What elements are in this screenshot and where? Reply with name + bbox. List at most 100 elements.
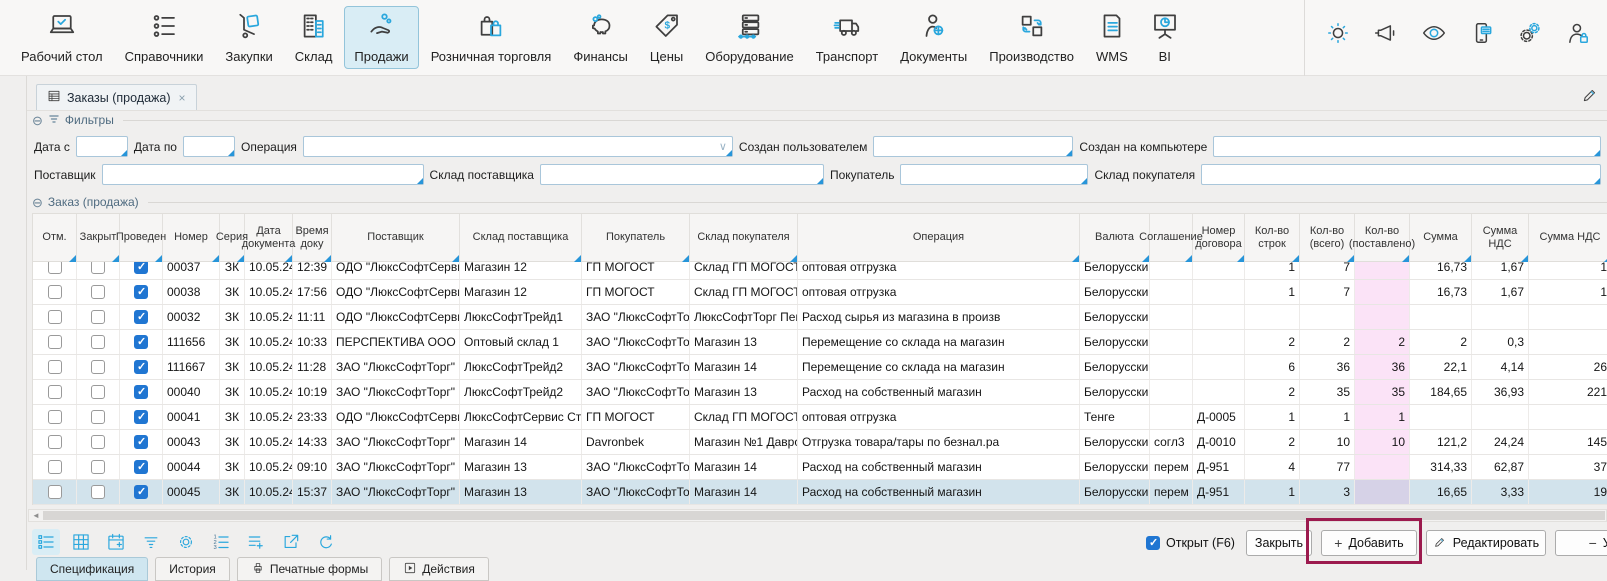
edit-button[interactable]: Редактировать (1426, 530, 1546, 556)
posted-checkbox[interactable] (134, 262, 148, 274)
ribbon-item-14[interactable]: BI (1140, 6, 1190, 69)
ribbon-item-1[interactable]: Рабочий стол (11, 6, 113, 69)
calendar-icon[interactable] (102, 529, 130, 555)
closed-checkbox[interactable] (91, 385, 105, 399)
table-row-00040[interactable]: 00040ЗК10.05.2410:19ЗАО "ЛюксСофтТорг"Лю… (33, 380, 1607, 405)
ribbon-item-13[interactable]: WMS (1086, 6, 1138, 69)
posted-checkbox[interactable] (134, 435, 148, 449)
scroll-left-icon[interactable]: ◄ (32, 511, 40, 520)
ribbon-item-9[interactable]: Оборудование (695, 6, 803, 69)
date-to-input[interactable] (183, 136, 235, 157)
refresh-icon[interactable] (312, 529, 340, 555)
posted-checkbox[interactable] (134, 310, 148, 324)
column-header-qty_total[interactable]: Кол-во (всего) (1300, 214, 1355, 261)
table-row-111667[interactable]: 111667ЗК10.05.2411:28ЗАО "ЛюксСофтТорг"Л… (33, 355, 1607, 380)
closed-checkbox[interactable] (91, 335, 105, 349)
ribbon-item-5[interactable]: Продажи (344, 6, 418, 69)
table-row-00044[interactable]: 00044ЗК10.05.2409:10ЗАО "ЛюксСофтТорг"Ма… (33, 455, 1607, 480)
ribbon-item-7[interactable]: Финансы (563, 6, 638, 69)
bottom-tab-История[interactable]: История (155, 557, 230, 581)
marked-checkbox[interactable] (48, 360, 62, 374)
ribbon-item-3[interactable]: Закупки (215, 6, 282, 69)
ribbon-item-11[interactable]: Документы (890, 6, 977, 69)
created-on-input[interactable] (1213, 136, 1601, 157)
numbered-list-icon[interactable]: 123 (207, 529, 235, 555)
settings-icon[interactable] (1517, 20, 1543, 51)
closed-checkbox[interactable] (91, 360, 105, 374)
posted-checkbox[interactable] (134, 360, 148, 374)
user-permissions-icon[interactable] (1565, 20, 1591, 51)
column-header-supplier[interactable]: Поставщик (332, 214, 460, 261)
closed-checkbox[interactable] (91, 285, 105, 299)
column-header-qty_lines[interactable]: Кол-во строк (1245, 214, 1300, 261)
table-row-00043[interactable]: 00043ЗК10.05.2414:33ЗАО "ЛюксСофтТорг"Ма… (33, 430, 1607, 455)
buyer-input[interactable] (900, 164, 1088, 185)
add-button[interactable]: +Добавить (1321, 530, 1417, 556)
tab-orders-sales[interactable]: Заказы (продажа) × (36, 84, 197, 110)
marked-checkbox[interactable] (48, 285, 62, 299)
table-row-111656[interactable]: 111656ЗК10.05.2410:33ПЕРСПЕКТИВА ООООпто… (33, 330, 1607, 355)
close-button[interactable]: Закрыть (1246, 530, 1312, 556)
table-row-00032[interactable]: 00032ЗК10.05.2411:11ОДО "ЛюксСофтСервисЛ… (33, 305, 1607, 330)
horizontal-scrollbar[interactable]: ◄ (28, 509, 1607, 522)
brightness-icon[interactable] (1325, 20, 1351, 51)
gear-icon[interactable] (172, 529, 200, 555)
ribbon-item-6[interactable]: Розничная торговля (421, 6, 562, 69)
column-header-time[interactable]: Время доку (293, 214, 332, 261)
delete-button[interactable]: −Удал (1555, 530, 1607, 556)
column-header-contract[interactable]: Номер договора (1193, 214, 1245, 261)
column-header-date[interactable]: Дата документа (245, 214, 293, 261)
created-by-input[interactable] (873, 136, 1073, 157)
marked-checkbox[interactable] (48, 460, 62, 474)
posted-checkbox[interactable] (134, 285, 148, 299)
list-view-icon[interactable] (32, 529, 60, 555)
operation-select[interactable]: ∨ (303, 136, 733, 157)
supplier-wh-input[interactable] (540, 164, 824, 185)
marked-checkbox[interactable] (48, 485, 62, 499)
table-row-00038[interactable]: 00038ЗК10.05.2417:56ОДО "ЛюксСофтСервисМ… (33, 280, 1607, 305)
scrollbar-thumb[interactable] (43, 511, 1605, 520)
eye-icon[interactable] (1421, 20, 1447, 51)
bottom-tab-Спецификация[interactable]: Спецификация (36, 557, 148, 581)
marked-checkbox[interactable] (48, 410, 62, 424)
column-header-buyer_wh[interactable]: Склад покупателя (690, 214, 798, 261)
edit-pencil-icon[interactable] (1581, 86, 1599, 104)
ribbon-item-4[interactable]: Склад (285, 6, 343, 69)
ribbon-item-10[interactable]: Транспорт (806, 6, 889, 69)
announce-icon[interactable] (1373, 20, 1399, 51)
column-header-marked[interactable]: Отм. (33, 214, 77, 261)
column-header-vat[interactable]: Сумма НДС (1472, 214, 1529, 261)
collapse-icon[interactable]: ⊖ (32, 196, 43, 209)
column-header-agreement[interactable]: Соглашение (1150, 214, 1193, 261)
column-header-sum[interactable]: Сумма (1410, 214, 1472, 261)
closed-checkbox[interactable] (91, 310, 105, 324)
collapse-icon[interactable]: ⊖ (32, 114, 43, 127)
column-header-buyer[interactable]: Покупатель (582, 214, 690, 261)
open-checkbox[interactable] (1146, 536, 1160, 550)
closed-checkbox[interactable] (91, 460, 105, 474)
phone-chat-icon[interactable] (1469, 20, 1495, 51)
column-header-supplier_wh[interactable]: Склад поставщика (460, 214, 582, 261)
marked-checkbox[interactable] (48, 262, 62, 274)
marked-checkbox[interactable] (48, 385, 62, 399)
filter-icon[interactable] (137, 529, 165, 555)
ribbon-item-2[interactable]: Справочники (115, 6, 214, 69)
closed-checkbox[interactable] (91, 485, 105, 499)
column-header-posted[interactable]: Проведен (120, 214, 163, 261)
posted-checkbox[interactable] (134, 485, 148, 499)
posted-checkbox[interactable] (134, 335, 148, 349)
column-header-qty_delivered[interactable]: Кол-во (поставлено) (1355, 214, 1410, 261)
supplier-input[interactable] (102, 164, 424, 185)
marked-checkbox[interactable] (48, 310, 62, 324)
column-header-operation[interactable]: Операция (798, 214, 1080, 261)
add-list-icon[interactable] (242, 529, 270, 555)
grid-view-icon[interactable] (67, 529, 95, 555)
bottom-tab-Действия[interactable]: Действия (389, 557, 489, 581)
marked-checkbox[interactable] (48, 435, 62, 449)
bottom-tab-Печатные формы[interactable]: Печатные формы (237, 557, 382, 581)
ribbon-item-8[interactable]: $Цены (640, 6, 693, 69)
closed-checkbox[interactable] (91, 435, 105, 449)
export-icon[interactable] (277, 529, 305, 555)
table-row-00045[interactable]: 00045ЗК10.05.2415:37ЗАО "ЛюксСофтТорг"Ма… (33, 480, 1607, 505)
column-header-vat2[interactable]: Сумма НДС (1529, 214, 1607, 261)
